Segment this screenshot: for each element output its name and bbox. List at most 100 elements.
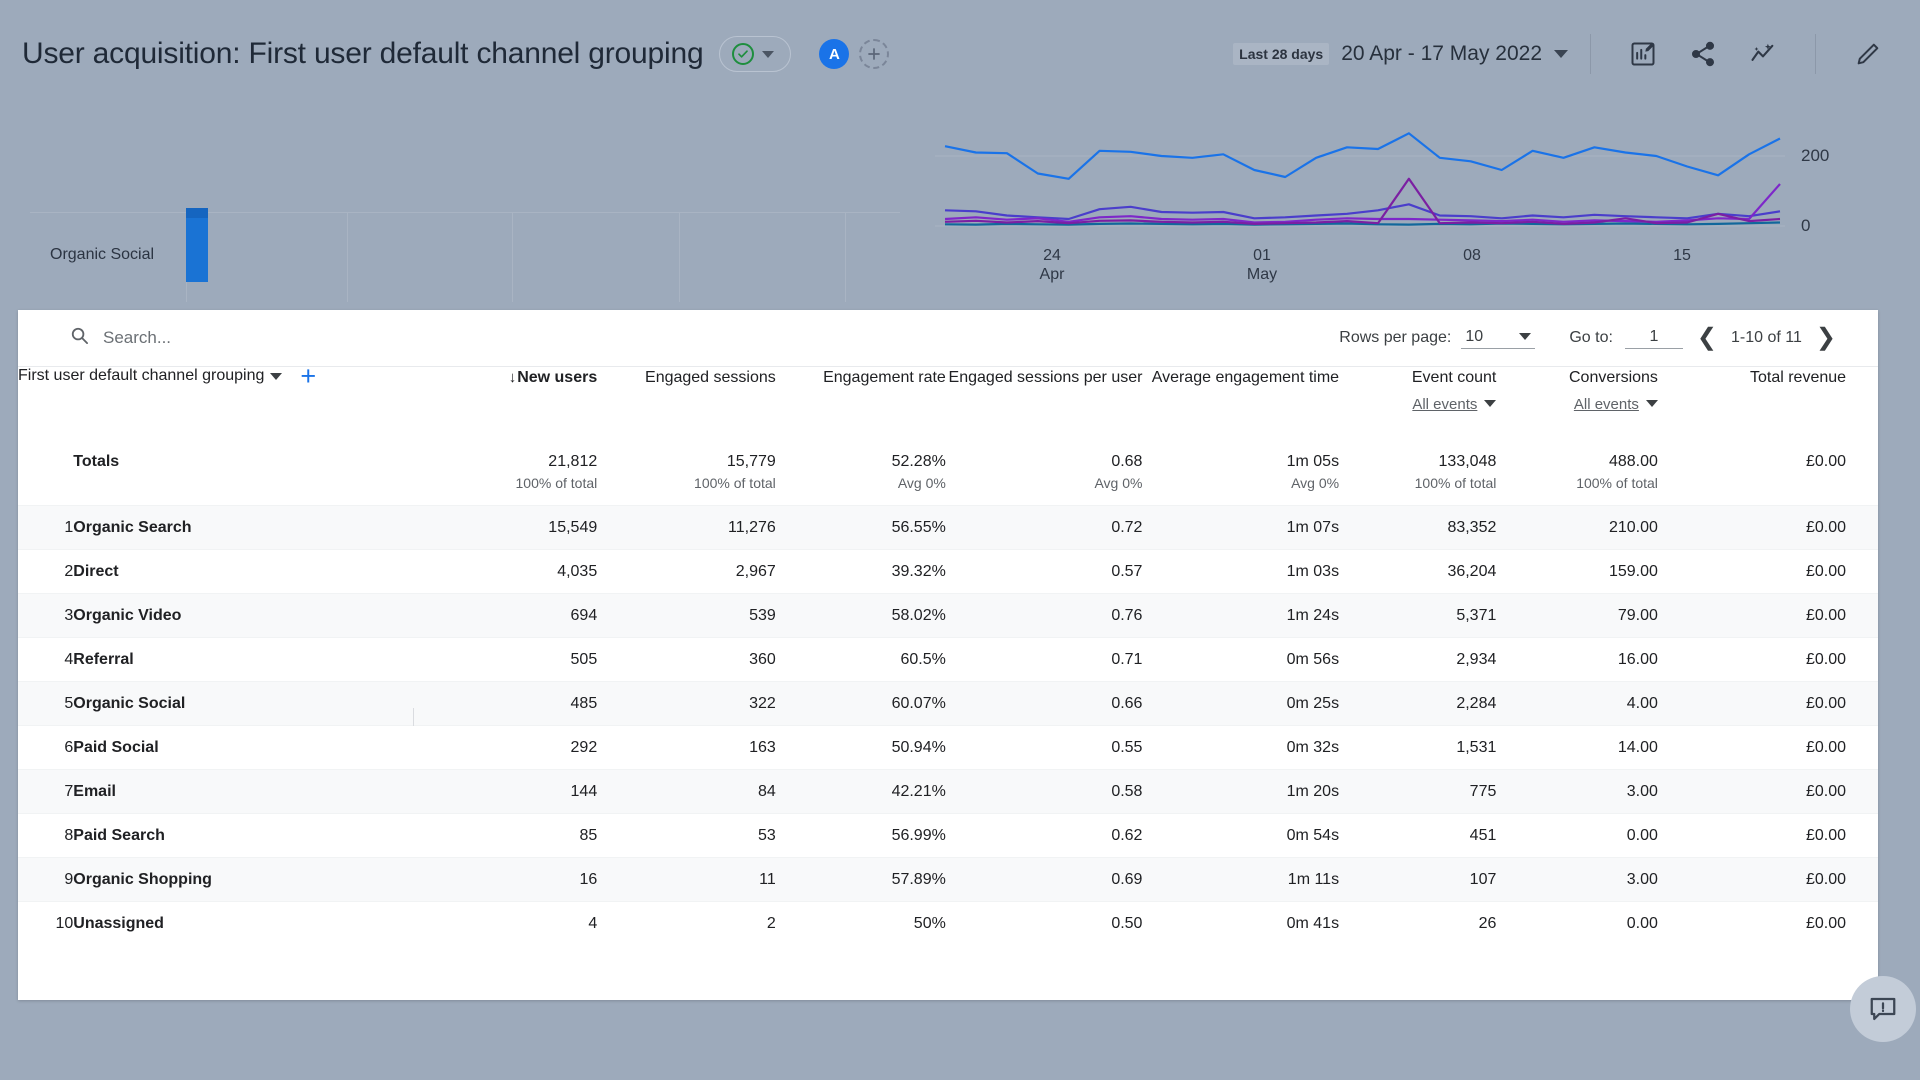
row-cell: 16.00 <box>1496 638 1658 682</box>
table-row[interactable]: 2Direct4,0352,96739.32%0.571m 03s36,2041… <box>18 550 1878 594</box>
table-row[interactable]: 9Organic Shopping161157.89%0.691m 11s107… <box>18 858 1878 902</box>
row-index: 2 <box>18 550 73 594</box>
totals-cell-sub: 100% of total <box>440 475 597 491</box>
column-header-average-engagement-time[interactable]: Average engagement time <box>1142 367 1339 439</box>
comparison-chip[interactable] <box>719 36 791 72</box>
row-cell: 694 <box>440 594 597 638</box>
add-dimension-icon[interactable]: + <box>300 367 316 385</box>
row-cell: 485 <box>440 682 597 726</box>
row-cell: 14.00 <box>1496 726 1658 770</box>
table-row[interactable]: 8Paid Search855356.99%0.620m 54s4510.00£… <box>18 814 1878 858</box>
chevron-down-icon[interactable] <box>1554 50 1568 58</box>
row-cell: 83,352 <box>1339 506 1496 550</box>
row-cell: 539 <box>597 594 776 638</box>
totals-cell: 0.68Avg 0% <box>946 439 1143 506</box>
row-cell: 11,276 <box>597 506 776 550</box>
bar-gridline <box>347 212 348 302</box>
totals-cell: 15,779100% of total <box>597 439 776 506</box>
chevron-down-icon[interactable] <box>270 373 282 380</box>
row-cell: 4,035 <box>440 550 597 594</box>
feedback-bubble-icon[interactable] <box>1850 976 1916 1042</box>
totals-cell-sub: Avg 0% <box>776 475 946 491</box>
chevron-left-icon[interactable]: ❮ <box>1683 326 1731 350</box>
table-row[interactable]: 1Organic Search15,54911,27656.55%0.721m … <box>18 506 1878 550</box>
chevron-down-icon[interactable] <box>1484 400 1496 407</box>
event-count-filter[interactable]: All events <box>1412 394 1477 415</box>
line-chart-svg <box>935 108 1795 268</box>
row-cell: 0.62 <box>946 814 1143 858</box>
chevron-right-icon[interactable]: ❯ <box>1802 326 1850 350</box>
conversions-filter[interactable]: All events <box>1574 394 1639 415</box>
line-chart: 200 0 24Apr 01May 08 15 <box>935 108 1795 268</box>
row-pad <box>1846 638 1878 682</box>
insights-icon[interactable] <box>1625 36 1661 72</box>
chevron-down-icon[interactable] <box>762 51 774 58</box>
plus-circle-icon[interactable] <box>859 39 889 69</box>
totals-label: Totals <box>73 439 440 506</box>
row-cell: £0.00 <box>1658 506 1846 550</box>
row-cell: £0.00 <box>1658 726 1846 770</box>
row-dimension[interactable]: Referral <box>73 638 440 682</box>
row-dimension[interactable]: Organic Video <box>73 594 440 638</box>
pagination-range: 1-10 of 11 <box>1731 329 1802 347</box>
column-header-total-revenue[interactable]: Total revenue <box>1658 367 1846 439</box>
row-cell: 0m 56s <box>1142 638 1339 682</box>
row-index: 8 <box>18 814 73 858</box>
search-input[interactable] <box>101 327 425 349</box>
rows-per-page-select[interactable]: 10 <box>1461 328 1535 349</box>
page-title: User acquisition: First user default cha… <box>22 37 703 71</box>
column-header-label: New users <box>517 369 597 386</box>
row-index: 1 <box>18 506 73 550</box>
row-pad <box>1846 439 1878 506</box>
table-row[interactable]: 5Organic Social48532260.07%0.660m 25s2,2… <box>18 682 1878 726</box>
row-dimension[interactable]: Organic Social <box>73 682 440 726</box>
row-cell: 360 <box>597 638 776 682</box>
column-header-conversions[interactable]: Conversions All events <box>1496 367 1658 439</box>
column-header-new-users[interactable]: ↓New users <box>440 367 597 439</box>
row-cell: 0.66 <box>946 682 1143 726</box>
row-cell: £0.00 <box>1658 770 1846 814</box>
row-dimension[interactable]: Paid Social <box>73 726 440 770</box>
report-header: User acquisition: First user default cha… <box>0 0 1920 108</box>
table-row[interactable]: 10Unassigned4250%0.500m 41s260.00£0.00 <box>18 902 1878 946</box>
row-dimension[interactable]: Direct <box>73 550 440 594</box>
row-cell: 0m 54s <box>1142 814 1339 858</box>
row-cell: 0.00 <box>1496 814 1658 858</box>
chevron-down-icon[interactable] <box>1646 400 1658 407</box>
row-cell: 505 <box>440 638 597 682</box>
row-dimension[interactable]: Paid Search <box>73 814 440 858</box>
goto-input[interactable] <box>1625 327 1683 349</box>
row-cell: 11 <box>597 858 776 902</box>
row-cell: 57.89% <box>776 858 946 902</box>
date-range-text[interactable]: 20 Apr - 17 May 2022 <box>1341 42 1542 66</box>
row-cell: 2 <box>597 902 776 946</box>
row-cell: 0.00 <box>1496 902 1658 946</box>
row-dimension[interactable]: Organic Shopping <box>73 858 440 902</box>
row-cell: £0.00 <box>1658 594 1846 638</box>
row-cell: £0.00 <box>1658 858 1846 902</box>
table-row[interactable]: 6Paid Social29216350.94%0.550m 32s1,5311… <box>18 726 1878 770</box>
table-row[interactable]: 3Organic Video69453958.02%0.761m 24s5,37… <box>18 594 1878 638</box>
explore-icon[interactable] <box>1745 36 1781 72</box>
table-row[interactable]: 7Email1448442.21%0.581m 20s7753.00£0.00 <box>18 770 1878 814</box>
row-cell: 39.32% <box>776 550 946 594</box>
bar-organic-social[interactable] <box>186 208 208 282</box>
edit-pencil-icon[interactable] <box>1850 36 1886 72</box>
column-header-engagement-rate[interactable]: Engagement rate <box>776 367 946 439</box>
row-dimension[interactable]: Unassigned <box>73 902 440 946</box>
share-icon[interactable] <box>1685 36 1721 72</box>
column-header-engaged-sessions[interactable]: Engaged sessions <box>597 367 776 439</box>
row-dimension[interactable]: Email <box>73 770 440 814</box>
search-area[interactable] <box>70 326 425 350</box>
column-header-event-count[interactable]: Event count All events <box>1339 367 1496 439</box>
avatar[interactable]: A <box>819 39 849 69</box>
row-dimension[interactable]: Organic Search <box>73 506 440 550</box>
rows-per-page-label: Rows per page: <box>1339 329 1451 347</box>
table-row[interactable]: 4Referral50536060.5%0.710m 56s2,93416.00… <box>18 638 1878 682</box>
totals-cell: £0.00 <box>1658 439 1846 506</box>
dimension-header[interactable]: First user default channel grouping + <box>18 367 440 439</box>
column-header-engaged-sessions-per-user[interactable]: Engaged sessions per user <box>946 367 1143 439</box>
column-header-label: Conversions <box>1569 369 1658 386</box>
table-toolbar: Rows per page: 10 Go to: ❮ 1-10 of 11 ❯ <box>18 310 1878 367</box>
row-pad <box>1846 814 1878 858</box>
